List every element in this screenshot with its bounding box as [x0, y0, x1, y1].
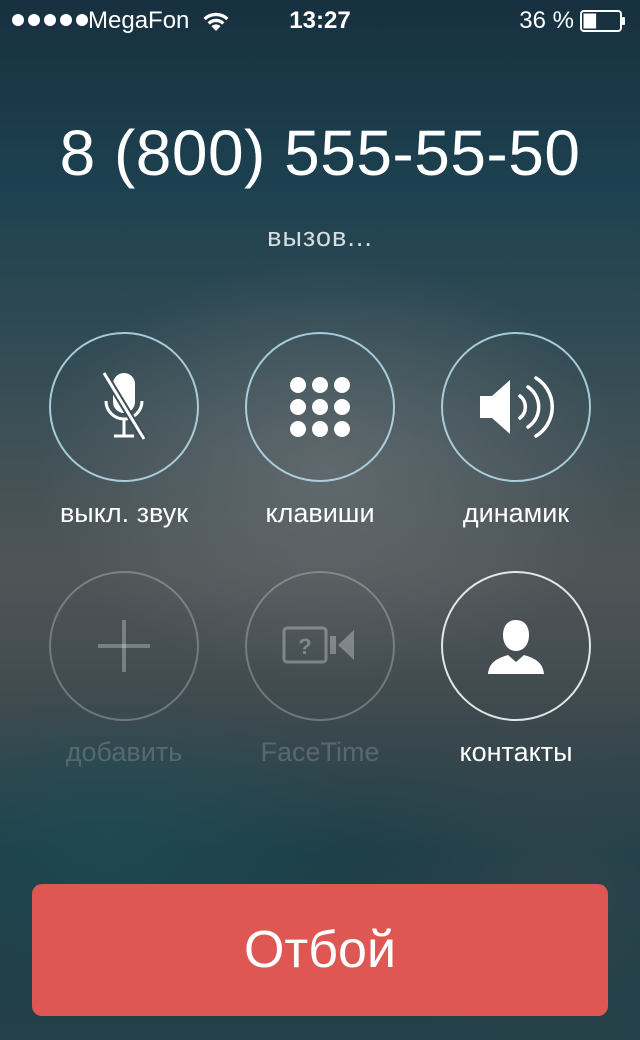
- contacts-label: контакты: [459, 737, 573, 767]
- contact-person-icon: [488, 620, 544, 674]
- mute-microphone-icon: [101, 371, 147, 441]
- end-call-label: Отбой: [243, 921, 396, 979]
- contacts-button[interactable]: [441, 571, 591, 721]
- keypad-button[interactable]: [245, 332, 395, 482]
- facetime-icon: ?: [282, 626, 354, 664]
- facetime-button[interactable]: ?: [245, 571, 395, 721]
- keypad-icon: [290, 377, 350, 437]
- call-status: вызов...: [267, 222, 373, 252]
- mute-button[interactable]: [49, 332, 199, 482]
- battery-percent: 36 %: [519, 7, 574, 34]
- svg-text:?: ?: [298, 634, 311, 659]
- add-call-button[interactable]: [49, 571, 199, 721]
- end-call-button[interactable]: Отбой: [32, 884, 608, 1016]
- keypad-label: клавиши: [265, 498, 375, 528]
- facetime-label: FaceTime: [260, 737, 380, 767]
- speaker-button[interactable]: [441, 332, 591, 482]
- add-call-label: добавить: [65, 737, 183, 767]
- status-bar: MegaFon 13:27 36 %: [0, 0, 640, 40]
- mute-label: выкл. звук: [59, 498, 189, 528]
- speaker-label: динамик: [462, 498, 570, 528]
- phone-number: 8 (800) 555-55-50: [59, 117, 581, 189]
- call-screen: MegaFon 13:27 36 % 8 (800) 555-55-50 выз…: [0, 0, 640, 1040]
- battery-icon: [580, 10, 625, 32]
- plus-icon: [98, 620, 150, 672]
- speaker-icon: [480, 376, 554, 438]
